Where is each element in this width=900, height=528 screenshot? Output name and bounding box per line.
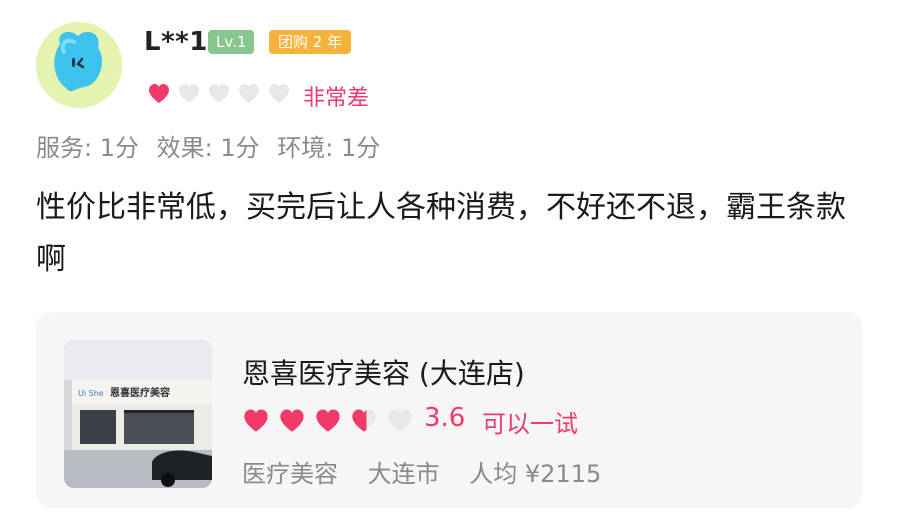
heart-full-icon [280, 409, 304, 432]
user-rating-hearts [147, 82, 291, 104]
environment-score: 环境: 1分 [277, 134, 381, 162]
heart-partial-icon [352, 409, 376, 432]
user-rating-label: 非常差 [303, 86, 370, 111]
group-buy-years-badge: 团购 2 年 [269, 30, 352, 54]
shop-photo[interactable]: Ui She 恩喜医疗美容 [64, 340, 212, 488]
shop-rating-verdict: 可以一试 [482, 410, 578, 438]
shop-category: 医疗美容 [242, 460, 338, 488]
shop-name[interactable]: 恩喜医疗美容 (大连店) [242, 352, 525, 392]
review-text: 性价比非常低，买完后让人各种消费，不好还不退，霸王条款啊 [36, 190, 846, 277]
sign-text: 恩喜医疗美容 [110, 386, 170, 399]
heart-empty-icon [239, 84, 259, 103]
shop-rating-hearts [242, 407, 414, 433]
effect-score: 效果: 1分 [156, 134, 260, 162]
sub-scores: 服务: 1分 效果: 1分 环境: 1分 [36, 128, 390, 163]
heart-full-icon [316, 409, 340, 432]
heart-empty-icon [179, 84, 199, 103]
heart-empty-icon [388, 409, 412, 432]
heart-full-icon [149, 84, 169, 103]
shop-rating-score: 3.6 [424, 403, 466, 433]
shop-meta: 医疗美容 大连市 人均 ¥2115 [242, 454, 623, 489]
heart-full-icon [244, 409, 268, 432]
heart-empty-icon [269, 84, 289, 103]
username[interactable]: L**1 [144, 27, 208, 57]
service-score: 服务: 1分 [36, 134, 139, 162]
heart-empty-icon [209, 84, 229, 103]
shop-avg-price: 人均 ¥2115 [469, 460, 602, 488]
user-avatar[interactable] [36, 22, 122, 108]
user-level-badge: Lv.1 [208, 30, 255, 54]
shop-city: 大连市 [367, 460, 440, 488]
sign-brand: Ui She [78, 389, 104, 398]
shop-card[interactable]: Ui She 恩喜医疗美容 恩喜医疗美容 (大连店) 3.6 可以一试 医疗美容… [36, 312, 862, 508]
